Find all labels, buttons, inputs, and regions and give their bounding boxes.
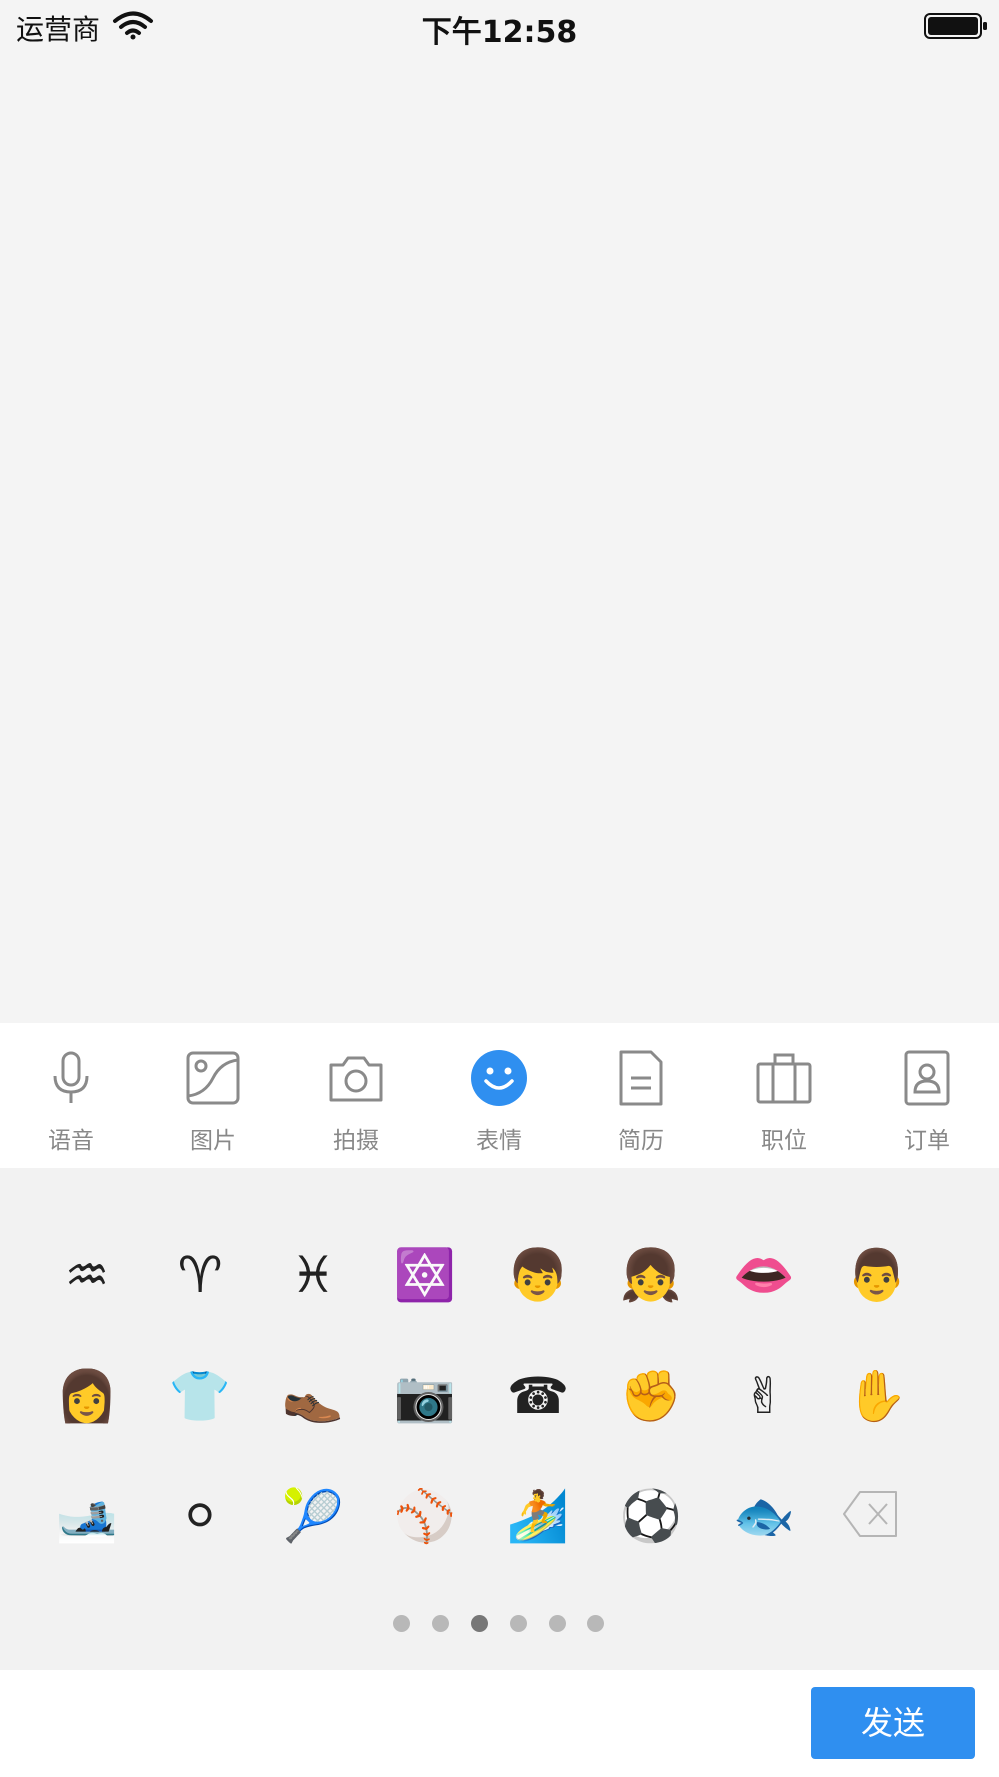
tool-label: 职位 bbox=[761, 1128, 807, 1154]
emoji-key[interactable]: 👨 bbox=[837, 1235, 917, 1315]
emoji-key[interactable]: 👕 bbox=[160, 1356, 240, 1436]
emoji-key[interactable]: ⚪ bbox=[160, 1476, 240, 1556]
emoji-key[interactable]: 👄 bbox=[724, 1235, 804, 1315]
tool-voice[interactable]: 语音 bbox=[0, 1023, 142, 1168]
send-button[interactable]: 发送 bbox=[811, 1687, 975, 1759]
briefcase-icon bbox=[756, 1053, 812, 1104]
emoji-key[interactable]: ♓ bbox=[273, 1235, 353, 1315]
emoji-key[interactable]: 🔯 bbox=[385, 1235, 465, 1315]
emoji-key[interactable]: 👞 bbox=[273, 1356, 353, 1436]
battery-icon bbox=[924, 13, 987, 39]
page-dot[interactable] bbox=[393, 1615, 410, 1632]
tool-label: 语音 bbox=[48, 1128, 94, 1154]
emoji-key[interactable]: ✌ bbox=[724, 1356, 804, 1436]
emoji-key[interactable]: ♒ bbox=[47, 1235, 127, 1315]
emoji-key[interactable]: ♈ bbox=[160, 1235, 240, 1315]
emoji-key[interactable]: ⚽ bbox=[611, 1476, 691, 1556]
smiley-icon bbox=[471, 1050, 527, 1106]
emoji-key[interactable]: 👩 bbox=[47, 1356, 127, 1436]
bottom-bar: 发送 bbox=[0, 1670, 999, 1777]
emoji-key[interactable]: 👦 bbox=[498, 1235, 578, 1315]
order-icon bbox=[904, 1050, 950, 1106]
backspace-icon[interactable] bbox=[842, 1490, 898, 1538]
emoji-key[interactable]: ☎ bbox=[498, 1356, 578, 1436]
tool-resume[interactable]: 简历 bbox=[570, 1023, 712, 1168]
page-dot[interactable] bbox=[432, 1615, 449, 1632]
emoji-key[interactable]: ✊ bbox=[611, 1356, 691, 1436]
emoji-key[interactable]: 🐟 bbox=[724, 1476, 804, 1556]
page-dot[interactable] bbox=[549, 1615, 566, 1632]
input-toolbar: 语音 图片 拍摄 表情 简历 职位 订单 bbox=[0, 1023, 999, 1168]
emoji-key[interactable]: 🏄 bbox=[498, 1476, 578, 1556]
microphone-icon bbox=[53, 1051, 89, 1103]
emoji-key[interactable]: 🎾 bbox=[273, 1476, 353, 1556]
page-indicator[interactable] bbox=[393, 1615, 613, 1633]
page-dot[interactable] bbox=[587, 1615, 604, 1632]
tool-image[interactable]: 图片 bbox=[142, 1023, 284, 1168]
emoji-key[interactable]: ⚾ bbox=[385, 1476, 465, 1556]
tool-label: 拍摄 bbox=[333, 1128, 379, 1154]
tool-camera[interactable]: 拍摄 bbox=[285, 1023, 427, 1168]
emoji-key[interactable]: ✋ bbox=[837, 1356, 917, 1436]
chat-message-area[interactable] bbox=[0, 50, 999, 1023]
camera-icon bbox=[329, 1056, 383, 1102]
page-dot[interactable] bbox=[510, 1615, 527, 1632]
page-dot-active[interactable] bbox=[471, 1615, 488, 1632]
image-icon bbox=[186, 1051, 240, 1105]
emoji-key[interactable]: 🎿 bbox=[47, 1476, 127, 1556]
emoji-key[interactable]: 📷 bbox=[385, 1356, 465, 1436]
tool-label: 订单 bbox=[904, 1128, 950, 1154]
emoji-key[interactable]: 👧 bbox=[611, 1235, 691, 1315]
status-time: 下午12:58 bbox=[421, 15, 578, 50]
tool-position[interactable]: 职位 bbox=[713, 1023, 855, 1168]
tool-label: 图片 bbox=[190, 1128, 236, 1154]
tool-label: 简历 bbox=[618, 1128, 664, 1154]
tool-label: 表情 bbox=[476, 1128, 522, 1154]
tool-emoji[interactable]: 表情 bbox=[428, 1023, 570, 1168]
emoji-panel: ♒ ♈ ♓ 🔯 👦 👧 👄 👨 👩 👕 👞 📷 ☎ ✊ ✌ ✋ 🎿 ⚪ 🎾 ⚾ … bbox=[0, 1168, 999, 1670]
document-icon bbox=[619, 1050, 663, 1106]
tool-order[interactable]: 订单 bbox=[856, 1023, 998, 1168]
status-bar: 运营商 下午12:58 bbox=[0, 0, 999, 50]
